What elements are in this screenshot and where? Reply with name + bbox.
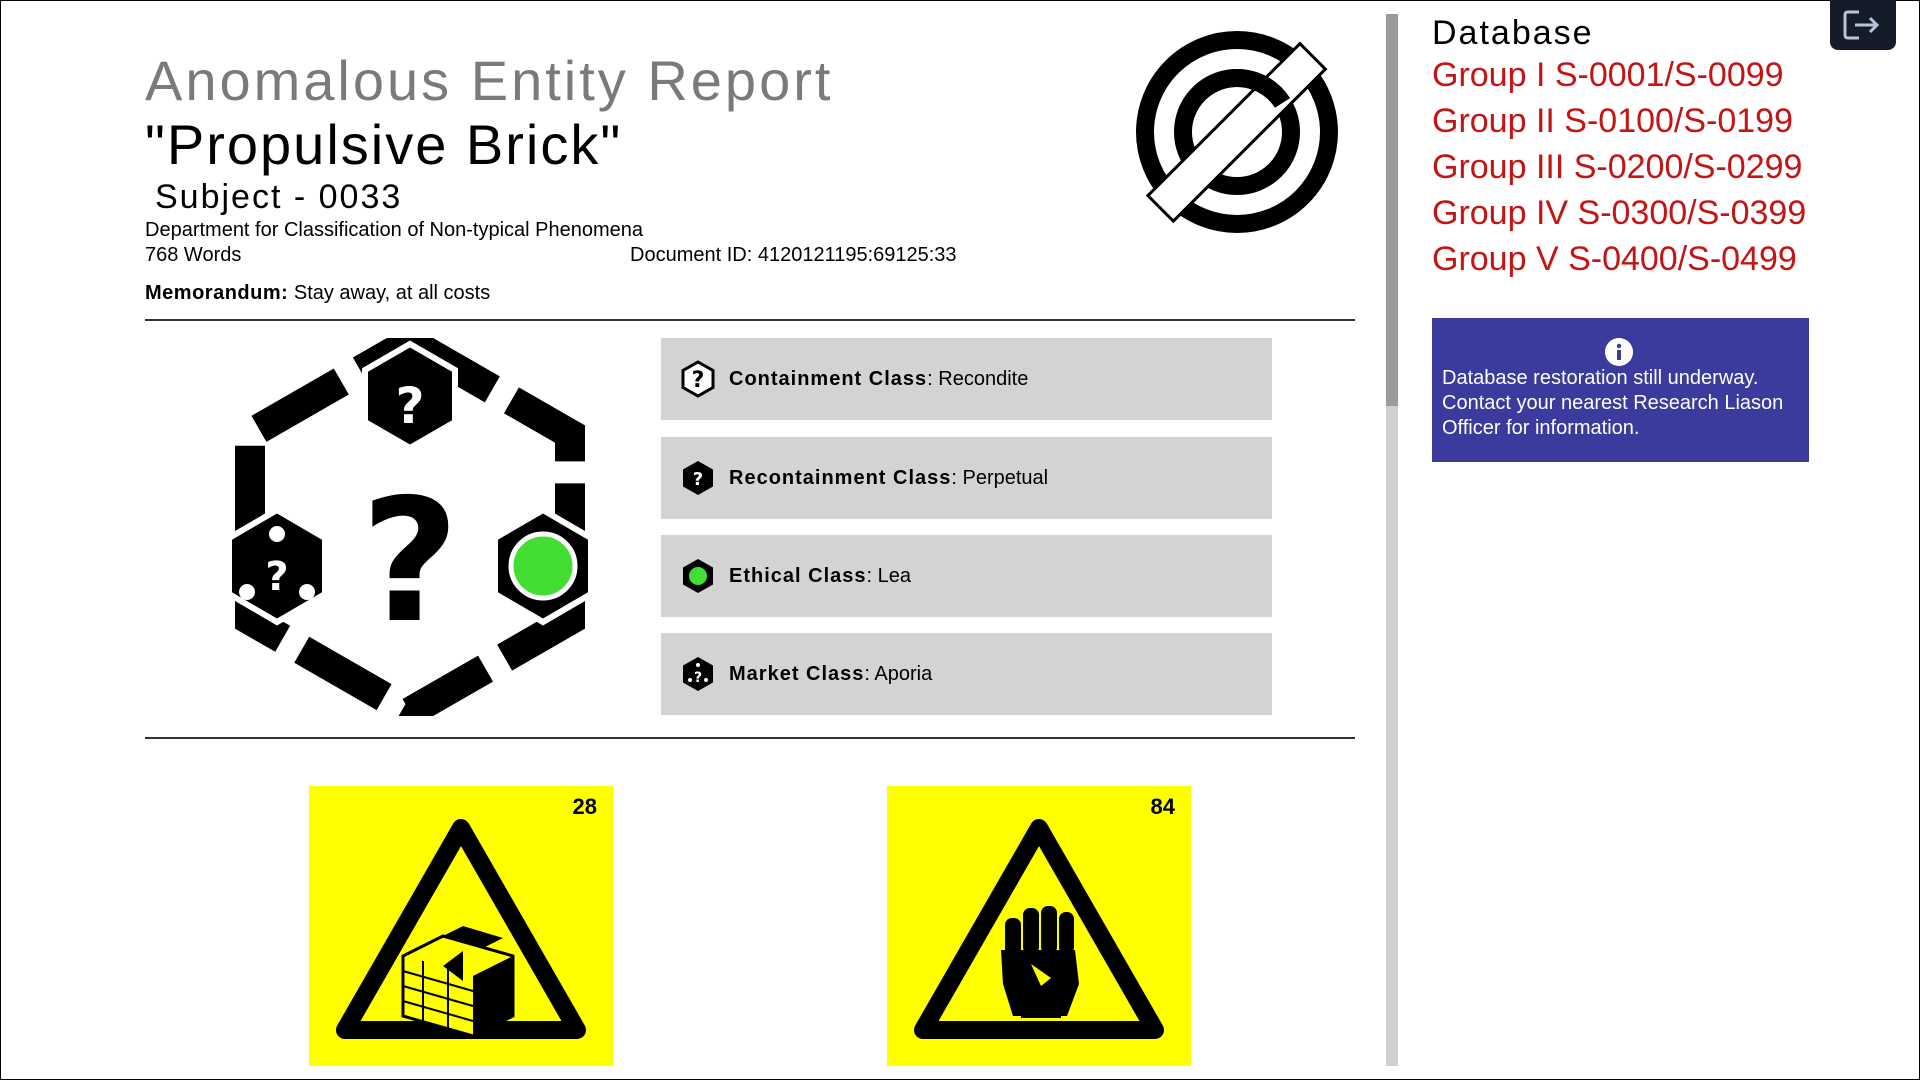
svg-text:?: ? xyxy=(361,463,460,661)
logout-button[interactable] xyxy=(1830,0,1896,50)
subject-number: Subject - 0033 xyxy=(155,178,403,216)
restoration-notice: Database restoration still underway. Con… xyxy=(1432,318,1809,462)
dots-question-hexagon-icon: ? xyxy=(683,657,713,691)
group-link-3[interactable]: Group III S-0200/S-0299 xyxy=(1432,148,1802,187)
svg-text:?: ? xyxy=(693,469,703,490)
class-key: Recontainment Class xyxy=(729,466,952,489)
scrollbar-thumb[interactable] xyxy=(1386,14,1398,406)
memorandum-label: Memorandum: xyxy=(145,282,289,304)
group-link-4[interactable]: Group IV S-0300/S-0399 xyxy=(1432,194,1806,233)
word-count: 768 Words xyxy=(145,244,242,266)
header-divider xyxy=(145,319,1355,321)
department-name: Department for Classification of Non-typ… xyxy=(145,219,644,241)
document-id: Document ID: 4120121195:69125:33 xyxy=(630,244,957,266)
class-value: : Perpetual xyxy=(951,466,1049,489)
info-icon xyxy=(1605,338,1633,366)
hazard-card-fist: 84 xyxy=(887,786,1191,1066)
green-dot-hexagon-icon xyxy=(683,559,713,593)
classes-divider xyxy=(145,737,1355,739)
question-outline-hexagon-icon: ? xyxy=(681,360,715,398)
department-logo-icon xyxy=(1136,31,1338,233)
svg-text:?: ? xyxy=(694,670,702,686)
svg-text:?: ? xyxy=(395,377,424,435)
report-main: Anomalous Entity Report "Propulsive Bric… xyxy=(145,0,1355,1080)
class-key: Ethical Class xyxy=(729,564,867,587)
report-title: Anomalous Entity Report xyxy=(145,49,834,112)
notice-text: Database restoration still underway. Con… xyxy=(1442,367,1784,439)
group-link-1[interactable]: Group I S-0001/S-0099 xyxy=(1432,56,1784,95)
hazard-card-brick: 28 xyxy=(309,786,613,1066)
class-key: Containment Class xyxy=(729,367,928,390)
svg-text:?: ? xyxy=(692,368,705,393)
svg-text:?: ? xyxy=(265,554,288,600)
memorandum: Memorandum: Stay away, at all costs xyxy=(145,282,490,305)
market-class-row: ? Market Class: Aporia xyxy=(661,633,1272,715)
class-value: : Aporia xyxy=(864,662,933,685)
containment-class-row: ? Containment Class: Recondite xyxy=(661,338,1272,420)
group-link-2[interactable]: Group II S-0100/S-0199 xyxy=(1432,102,1793,141)
question-black-hexagon-icon: ? xyxy=(683,461,713,495)
memorandum-text: Stay away, at all costs xyxy=(288,282,491,304)
class-key: Market Class xyxy=(729,662,865,685)
database-title: Database xyxy=(1432,14,1594,52)
brick-wall-warning-icon xyxy=(336,819,586,1039)
raised-fist-warning-icon xyxy=(914,819,1164,1039)
logout-icon xyxy=(1843,10,1880,40)
entity-name: "Propulsive Brick" xyxy=(145,113,623,176)
group-link-5[interactable]: Group V S-0400/S-0499 xyxy=(1432,240,1797,279)
recontainment-class-row: ? Recontainment Class: Perpetual xyxy=(661,437,1272,519)
classification-composite-icon: ? ? ? xyxy=(226,338,594,716)
class-value: : Lea xyxy=(866,564,911,587)
ethical-class-row: Ethical Class: Lea xyxy=(661,535,1272,617)
class-value: : Recondite xyxy=(927,367,1029,390)
database-sidebar: Database Group I S-0001/S-0099 Group II … xyxy=(1432,0,1912,1080)
